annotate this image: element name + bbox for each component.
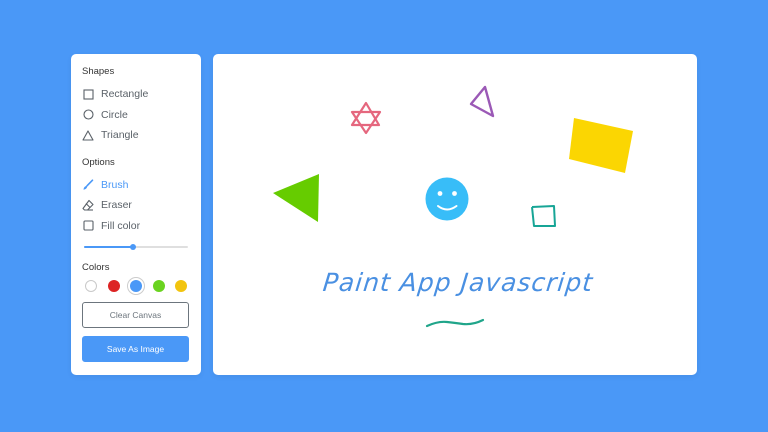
save-image-button[interactable]: Save As Image — [82, 336, 189, 362]
handwritten-text: Paint App Javascript — [321, 268, 595, 297]
outline-triangle-drawing — [469, 85, 495, 118]
color-swatch-yellow[interactable] — [175, 280, 187, 292]
shape-rectangle-label: Rectangle — [101, 88, 149, 101]
clear-canvas-button[interactable]: Clear Canvas — [82, 302, 189, 328]
option-eraser[interactable]: Eraser — [82, 195, 190, 216]
color-swatch-blue[interactable] — [127, 277, 145, 295]
tools-board: Shapes Rectangle Circle Triangle Options… — [71, 54, 201, 375]
smiley-drawing — [425, 177, 469, 221]
options-list: Brush Eraser Fill color — [82, 175, 190, 237]
shape-rectangle[interactable]: Rectangle — [82, 84, 190, 105]
options-title: Options — [82, 156, 115, 168]
filled-triangle-drawing — [273, 174, 319, 222]
shape-circle-label: Circle — [101, 108, 128, 121]
color-swatch-white[interactable] — [85, 280, 97, 292]
option-eraser-label: Eraser — [101, 199, 132, 212]
filled-rectangle-drawing — [569, 118, 633, 173]
triangle-outline-icon — [82, 129, 94, 141]
color-swatch-green[interactable] — [152, 280, 165, 292]
option-fill-color-label: Fill color — [101, 219, 141, 232]
eraser-icon — [82, 199, 94, 211]
colors-title: Colors — [82, 262, 110, 273]
small-square-drawing — [531, 205, 556, 227]
squiggle-drawing — [425, 318, 485, 328]
paint-app: Shapes Rectangle Circle Triangle Options… — [0, 0, 768, 432]
option-brush[interactable]: Brush — [82, 175, 190, 196]
color-options — [82, 277, 190, 295]
checkbox-icon[interactable] — [82, 220, 94, 232]
slider-thumb[interactable] — [129, 244, 136, 250]
shape-circle[interactable]: Circle — [82, 105, 190, 126]
shapes-title: Shapes — [82, 66, 115, 77]
circle-outline-icon — [82, 109, 94, 121]
brush-icon — [82, 179, 94, 191]
shape-triangle-label: Triangle — [101, 129, 139, 142]
star-drawing — [350, 101, 382, 135]
drawing-canvas[interactable]: Paint App Javascript — [213, 54, 697, 375]
canvas-drawings — [273, 85, 633, 328]
slider-fill — [84, 246, 133, 248]
color-swatch-red[interactable] — [107, 280, 120, 292]
option-brush-label: Brush — [101, 178, 129, 191]
brush-size-slider[interactable] — [84, 242, 188, 252]
shapes-list: Rectangle Circle Triangle — [82, 84, 190, 146]
option-fill-color[interactable]: Fill color — [82, 216, 190, 237]
shape-triangle[interactable]: Triangle — [82, 125, 190, 146]
square-outline-icon — [82, 88, 94, 100]
